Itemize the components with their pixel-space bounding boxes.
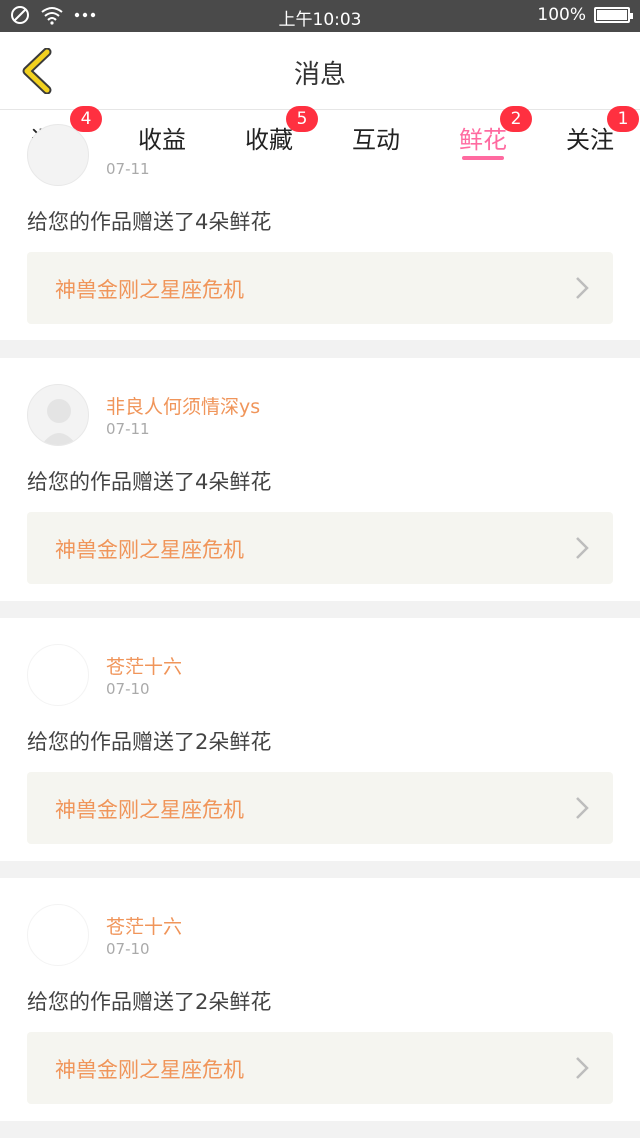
avatar[interactable] — [27, 384, 89, 446]
chevron-right-icon — [576, 537, 589, 559]
message-date: 07-11 — [106, 160, 150, 178]
message-date: 07-10 — [106, 680, 150, 698]
work-title: 神兽金刚之星座危机 — [55, 1058, 244, 1082]
work-link[interactable]: 神兽金刚之星座危机 — [27, 772, 613, 844]
message-card: 苍茫十六 07-10 给您的作品赠送了2朵鲜花 神兽金刚之星座危机 — [0, 618, 640, 861]
avatar[interactable] — [27, 644, 89, 706]
status-icons-right: 100% — [537, 5, 633, 25]
message-card: 非良人何须情深ys 07-11 给您的作品赠送了4朵鲜花 神兽金刚之星座危机 — [0, 358, 640, 601]
tab-favorites[interactable]: 收藏 5 — [214, 106, 324, 172]
work-title: 神兽金刚之星座危机 — [55, 538, 244, 562]
battery-fill — [597, 10, 627, 20]
tab-label: 收藏 — [245, 126, 293, 154]
work-title: 神兽金刚之星座危机 — [55, 798, 244, 822]
header: 消息 — [0, 32, 640, 110]
battery-icon — [594, 7, 633, 23]
message-date: 07-10 — [106, 940, 150, 958]
sender-name[interactable]: 非良人何须情深ys — [106, 392, 260, 419]
tab-follow[interactable]: 关注 1 — [535, 106, 640, 172]
sender-name[interactable]: 苍茫十六 — [106, 652, 182, 679]
tab-label: 收益 — [138, 126, 186, 154]
chevron-right-icon — [576, 277, 589, 299]
tab-flowers[interactable]: 鲜花 2 — [428, 106, 538, 172]
chevron-right-icon — [576, 1057, 589, 1079]
badge-follow: 1 — [607, 106, 639, 132]
message-text: 给您的作品赠送了4朵鲜花 — [27, 470, 272, 494]
tab-interactions[interactable]: 互动 — [321, 110, 431, 172]
work-link[interactable]: 神兽金刚之星座危机 — [27, 512, 613, 584]
badge-flowers: 2 — [500, 106, 532, 132]
tab-bar: 通知 4 收益 收藏 5 互动 鲜花 2 关注 1 — [0, 106, 640, 172]
avatar-image — [41, 399, 77, 445]
battery-percent: 100% — [537, 5, 586, 25]
tab-label: 鲜花 — [459, 126, 507, 154]
status-bar: 上午10:03 100% — [0, 0, 640, 32]
tab-label: 关注 — [566, 126, 614, 154]
page-title: 消息 — [293, 60, 346, 90]
avatar[interactable] — [27, 124, 89, 186]
message-date: 07-11 — [106, 420, 150, 438]
message-text: 给您的作品赠送了2朵鲜花 — [27, 730, 272, 754]
work-link[interactable]: 神兽金刚之星座危机 — [27, 1032, 613, 1104]
message-text: 给您的作品赠送了2朵鲜花 — [27, 990, 272, 1014]
work-title: 神兽金刚之星座危机 — [55, 278, 244, 302]
badge-favorites: 5 — [286, 106, 318, 132]
message-card: 苍茫十六 07-10 给您的作品赠送了2朵鲜花 神兽金刚之星座危机 — [0, 878, 640, 1121]
avatar[interactable] — [27, 904, 89, 966]
sender-name[interactable]: 苍茫十六 — [106, 912, 182, 939]
message-card: 07-11 给您的作品赠送了4朵鲜花 神兽金刚之星座危机 — [0, 124, 640, 340]
work-link[interactable]: 神兽金刚之星座危机 — [27, 252, 613, 324]
chevron-right-icon — [576, 797, 589, 819]
message-text: 给您的作品赠送了4朵鲜花 — [27, 210, 272, 234]
tab-label: 互动 — [352, 126, 400, 154]
active-tab-indicator — [462, 156, 504, 160]
